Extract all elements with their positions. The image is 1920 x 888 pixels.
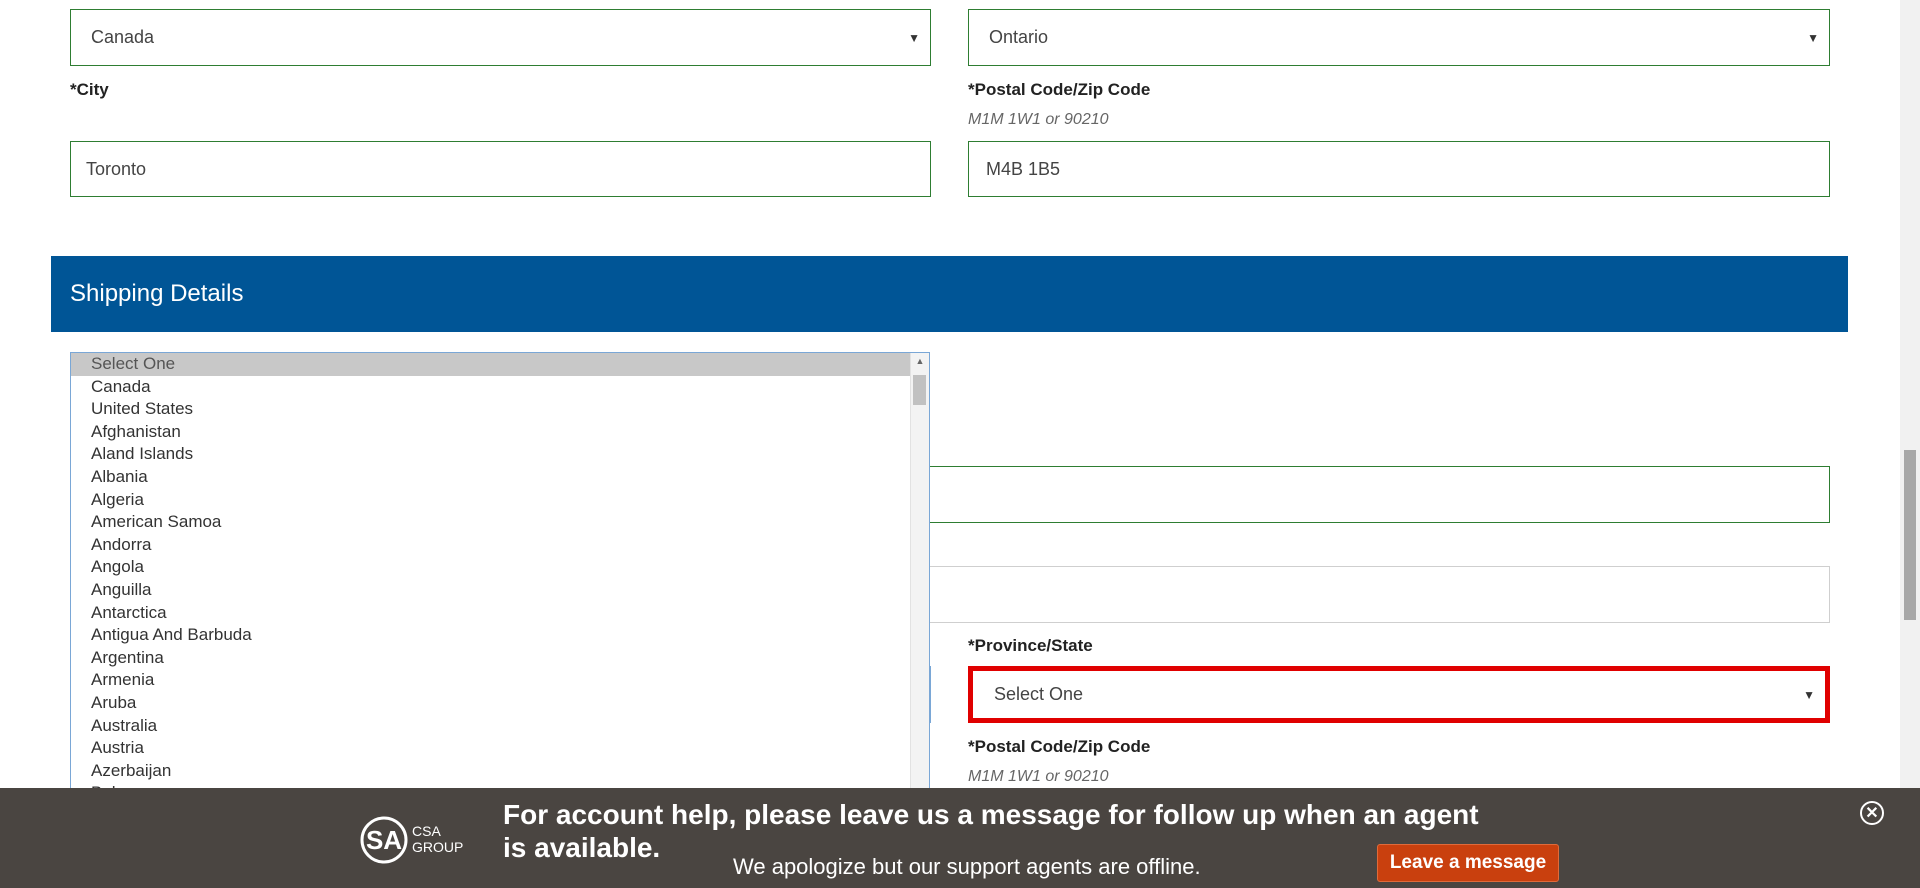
- shipping-province-label: *Province/State: [968, 636, 1093, 655]
- dropdown-option[interactable]: Armenia: [71, 669, 929, 692]
- billing-province-select[interactable]: Ontario ▼: [968, 9, 1830, 66]
- billing-province-value: Ontario: [989, 27, 1049, 47]
- dropdown-option[interactable]: Australia: [71, 715, 929, 738]
- dropdown-option[interactable]: American Samoa: [71, 511, 929, 534]
- dropdown-option[interactable]: Azerbaijan: [71, 760, 929, 783]
- chevron-down-icon: ▼: [1803, 687, 1815, 702]
- shipping-postal-hint: M1M 1W1 or 90210: [968, 768, 1109, 785]
- chat-subtitle: We apologize but our support agents are …: [733, 854, 1201, 879]
- dropdown-option[interactable]: Antigua And Barbuda: [71, 624, 929, 647]
- dropdown-option[interactable]: Aland Islands: [71, 443, 929, 466]
- dropdown-option[interactable]: Anguilla: [71, 579, 929, 602]
- svg-text:SA: SA: [366, 825, 402, 855]
- shipping-postal-label: *Postal Code/Zip Code: [968, 737, 1151, 756]
- dropdown-option[interactable]: Albania: [71, 466, 929, 489]
- dropdown-scrollbar[interactable]: ▲ ▼: [910, 353, 929, 805]
- chevron-down-icon: ▼: [1807, 30, 1819, 45]
- billing-postal-input[interactable]: M4B 1B5: [968, 141, 1830, 197]
- dropdown-option[interactable]: United States: [71, 398, 929, 421]
- page-scrollbar[interactable]: [1900, 0, 1920, 888]
- billing-city-input[interactable]: Toronto: [70, 141, 931, 197]
- scroll-up-icon[interactable]: ▲: [911, 356, 929, 366]
- close-icon[interactable]: ✕: [1860, 801, 1884, 825]
- dropdown-option[interactable]: Algeria: [71, 489, 929, 512]
- svg-text:GROUP: GROUP: [412, 839, 463, 855]
- chevron-down-icon: ▼: [908, 30, 920, 45]
- shipping-details-header: Shipping Details: [51, 256, 1848, 332]
- section-title: Shipping Details: [70, 280, 244, 307]
- page-scroll-thumb[interactable]: [1904, 450, 1916, 620]
- dropdown-option[interactable]: Andorra: [71, 534, 929, 557]
- billing-postal-hint: M1M 1W1 or 90210: [968, 111, 1109, 128]
- billing-postal-value: M4B 1B5: [986, 158, 1061, 179]
- billing-postal-label: *Postal Code/Zip Code: [968, 80, 1151, 99]
- dropdown-option[interactable]: Antarctica: [71, 602, 929, 625]
- dropdown-scroll-thumb[interactable]: [913, 375, 926, 405]
- chat-banner: SA CSA GROUP For account help, please le…: [0, 788, 1920, 888]
- shipping-province-select[interactable]: Select One ▼: [968, 666, 1830, 723]
- billing-city-label: *City: [70, 80, 109, 99]
- billing-country-value: Canada: [91, 27, 155, 47]
- shipping-country-dropdown[interactable]: Select One Canada United States Afghanistan…: [70, 352, 930, 806]
- dropdown-option[interactable]: Afghanistan: [71, 421, 929, 444]
- leave-message-button[interactable]: Leave a message: [1377, 844, 1559, 882]
- dropdown-option[interactable]: Angola: [71, 556, 929, 579]
- svg-text:CSA: CSA: [412, 823, 441, 839]
- dropdown-option[interactable]: Canada: [71, 376, 929, 399]
- billing-country-select[interactable]: Canada ▼: [70, 9, 931, 66]
- dropdown-option[interactable]: Aruba: [71, 692, 929, 715]
- shipping-province-value: Select One: [994, 684, 1084, 704]
- dropdown-option[interactable]: Select One: [71, 353, 929, 376]
- billing-city-value: Toronto: [86, 158, 147, 179]
- dropdown-option[interactable]: Argentina: [71, 647, 929, 670]
- csa-group-logo: SA CSA GROUP: [360, 814, 472, 871]
- dropdown-option[interactable]: Austria: [71, 737, 929, 760]
